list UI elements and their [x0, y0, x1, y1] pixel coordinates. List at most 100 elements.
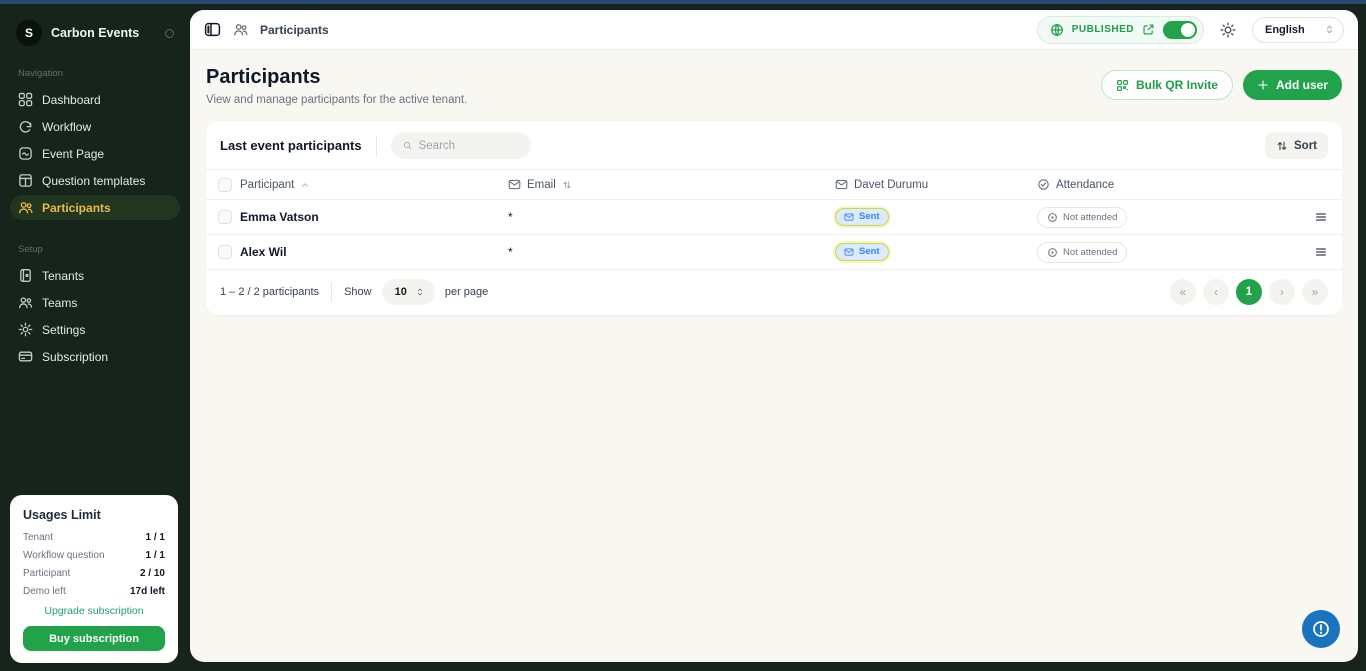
column-header-email[interactable]: Email — [508, 178, 835, 191]
sidebar-item-label: Participants — [42, 200, 111, 215]
sidebar-item-label: Question templates — [42, 173, 146, 188]
pagination-first-button[interactable]: « — [1170, 279, 1196, 305]
column-header-invite-status[interactable]: Davet Durumu — [835, 178, 1037, 191]
buy-subscription-button[interactable]: Buy subscription — [23, 626, 165, 651]
participant-name: Alex Wil — [240, 245, 287, 259]
invite-status-label: Sent — [859, 246, 880, 257]
usage-value: 1 / 1 — [145, 532, 165, 543]
app-logo: S — [16, 20, 42, 46]
published-status-pill[interactable]: PUBLISHED — [1036, 15, 1204, 44]
usage-label: Participant — [23, 568, 71, 579]
subscription-icon — [18, 351, 33, 362]
add-user-label: Add user — [1275, 78, 1328, 92]
usage-label: Workflow question — [23, 550, 105, 561]
sidebar-item-dashboard[interactable]: Dashboard — [10, 87, 180, 112]
usage-label: Demo left — [23, 586, 66, 597]
search-icon — [403, 141, 411, 150]
sort-label: Sort — [1294, 139, 1317, 152]
sort-button[interactable]: Sort — [1265, 132, 1328, 159]
toggle-knob — [1181, 22, 1195, 37]
participants-table-card: Last event participants Sort Participant — [206, 122, 1342, 315]
sidebar-item-subscription[interactable]: Subscription — [10, 344, 180, 369]
usage-row-demo-left: Demo left 17d left — [23, 586, 165, 597]
bulk-qr-invite-button[interactable]: Bulk QR Invite — [1100, 70, 1233, 100]
search-input[interactable] — [418, 139, 519, 152]
sidebar-item-event-page[interactable]: Event Page — [10, 141, 180, 166]
sidebar-item-teams[interactable]: Teams — [10, 290, 180, 315]
row-checkbox[interactable] — [218, 245, 232, 259]
column-header-participant[interactable]: Participant — [240, 179, 508, 191]
language-value: English — [1265, 23, 1305, 36]
show-label: Show — [344, 286, 372, 298]
divider — [375, 135, 377, 156]
sidebar-item-label: Subscription — [42, 349, 109, 364]
brand-row: S Carbon Events — [10, 18, 180, 46]
info-icon — [1313, 621, 1329, 637]
table-header-row: Participant Email Davet Durumu Attendanc… — [206, 169, 1342, 199]
row-menu-icon[interactable] — [1314, 245, 1328, 259]
workflow-icon — [19, 121, 32, 133]
attendance-label: Not attended — [1063, 246, 1118, 258]
sidebar-collapse-icon[interactable] — [165, 28, 174, 38]
sidebar-item-settings[interactable]: Settings — [10, 317, 180, 342]
pagination-current-page[interactable]: 1 — [1236, 279, 1262, 305]
tenants-icon — [20, 269, 31, 282]
theme-toggle-icon[interactable] — [1220, 22, 1236, 38]
sidebar-item-question-templates[interactable]: Question templates — [10, 168, 180, 193]
mail-icon — [835, 179, 848, 190]
sidebar-item-workflow[interactable]: Workflow — [10, 114, 180, 139]
dashboard-icon — [18, 92, 33, 107]
sidebar-item-participants[interactable]: Participants — [10, 195, 180, 220]
usage-card-title: Usages Limit — [23, 508, 101, 522]
brand-name: Carbon Events — [51, 26, 140, 40]
invite-status-badge: Sent — [835, 242, 889, 261]
sidebar-item-label: Workflow — [42, 119, 92, 134]
attendance-badge: Not attended — [1037, 206, 1128, 228]
participant-email: * — [508, 245, 513, 259]
usage-row-participant: Participant 2 / 10 — [23, 568, 165, 579]
participant-email: * — [508, 210, 513, 224]
attendance-badge: Not attended — [1037, 241, 1128, 263]
attendance-label: Not attended — [1063, 211, 1118, 223]
upgrade-subscription-link[interactable]: Upgrade subscription — [23, 605, 165, 617]
chevrons-updown-icon — [417, 288, 423, 296]
pagination-next-button[interactable]: › — [1269, 279, 1295, 305]
column-header-attendance[interactable]: Attendance — [1037, 178, 1288, 191]
sidebar-item-label: Event Page — [42, 146, 105, 161]
published-label: PUBLISHED — [1071, 24, 1134, 35]
sidebar-item-label: Dashboard — [42, 92, 101, 107]
nav-section-label: Setup — [18, 244, 43, 255]
column-label: Attendance — [1056, 178, 1115, 191]
language-select[interactable]: English — [1252, 16, 1344, 43]
usage-row-workflow-question: Workflow question 1 / 1 — [23, 550, 165, 561]
table-row[interactable]: Emma Vatson * Sent Not attended — [206, 199, 1342, 234]
event-page-icon — [19, 147, 32, 160]
row-checkbox[interactable] — [218, 210, 232, 224]
search-box[interactable] — [390, 132, 531, 159]
pagination-range-text: 1 – 2 / 2 participants — [220, 286, 320, 298]
sidebar-toggle-icon[interactable] — [204, 21, 221, 38]
globe-icon — [1050, 23, 1063, 36]
row-menu-icon[interactable] — [1314, 210, 1328, 224]
participants-icon — [19, 202, 33, 214]
nav-section-label: Navigation — [18, 68, 63, 79]
usage-value: 1 / 1 — [145, 550, 165, 561]
pagination-prev-button[interactable]: ‹ — [1203, 279, 1229, 305]
sidebar-item-tenants[interactable]: Tenants — [10, 263, 180, 288]
pagination-last-button[interactable]: » — [1302, 279, 1328, 305]
bulk-qr-invite-label: Bulk QR Invite — [1135, 78, 1218, 92]
column-label: Participant — [240, 178, 295, 191]
mail-icon — [844, 247, 854, 256]
published-toggle[interactable] — [1163, 20, 1197, 39]
help-button[interactable] — [1302, 610, 1340, 648]
add-user-button[interactable]: Add user — [1242, 70, 1342, 100]
settings-icon — [18, 322, 33, 337]
participant-name: Emma Vatson — [240, 210, 319, 224]
breadcrumb: Participants — [260, 22, 329, 37]
table-title: Last event participants — [220, 138, 362, 153]
page-size-select[interactable]: 10 — [381, 279, 435, 305]
main-content: Participants PUBLISHED English Participa… — [190, 10, 1358, 662]
external-link-icon[interactable] — [1142, 23, 1155, 36]
table-row[interactable]: Alex Wil * Sent Not attended — [206, 234, 1342, 269]
select-all-checkbox[interactable] — [218, 177, 232, 192]
